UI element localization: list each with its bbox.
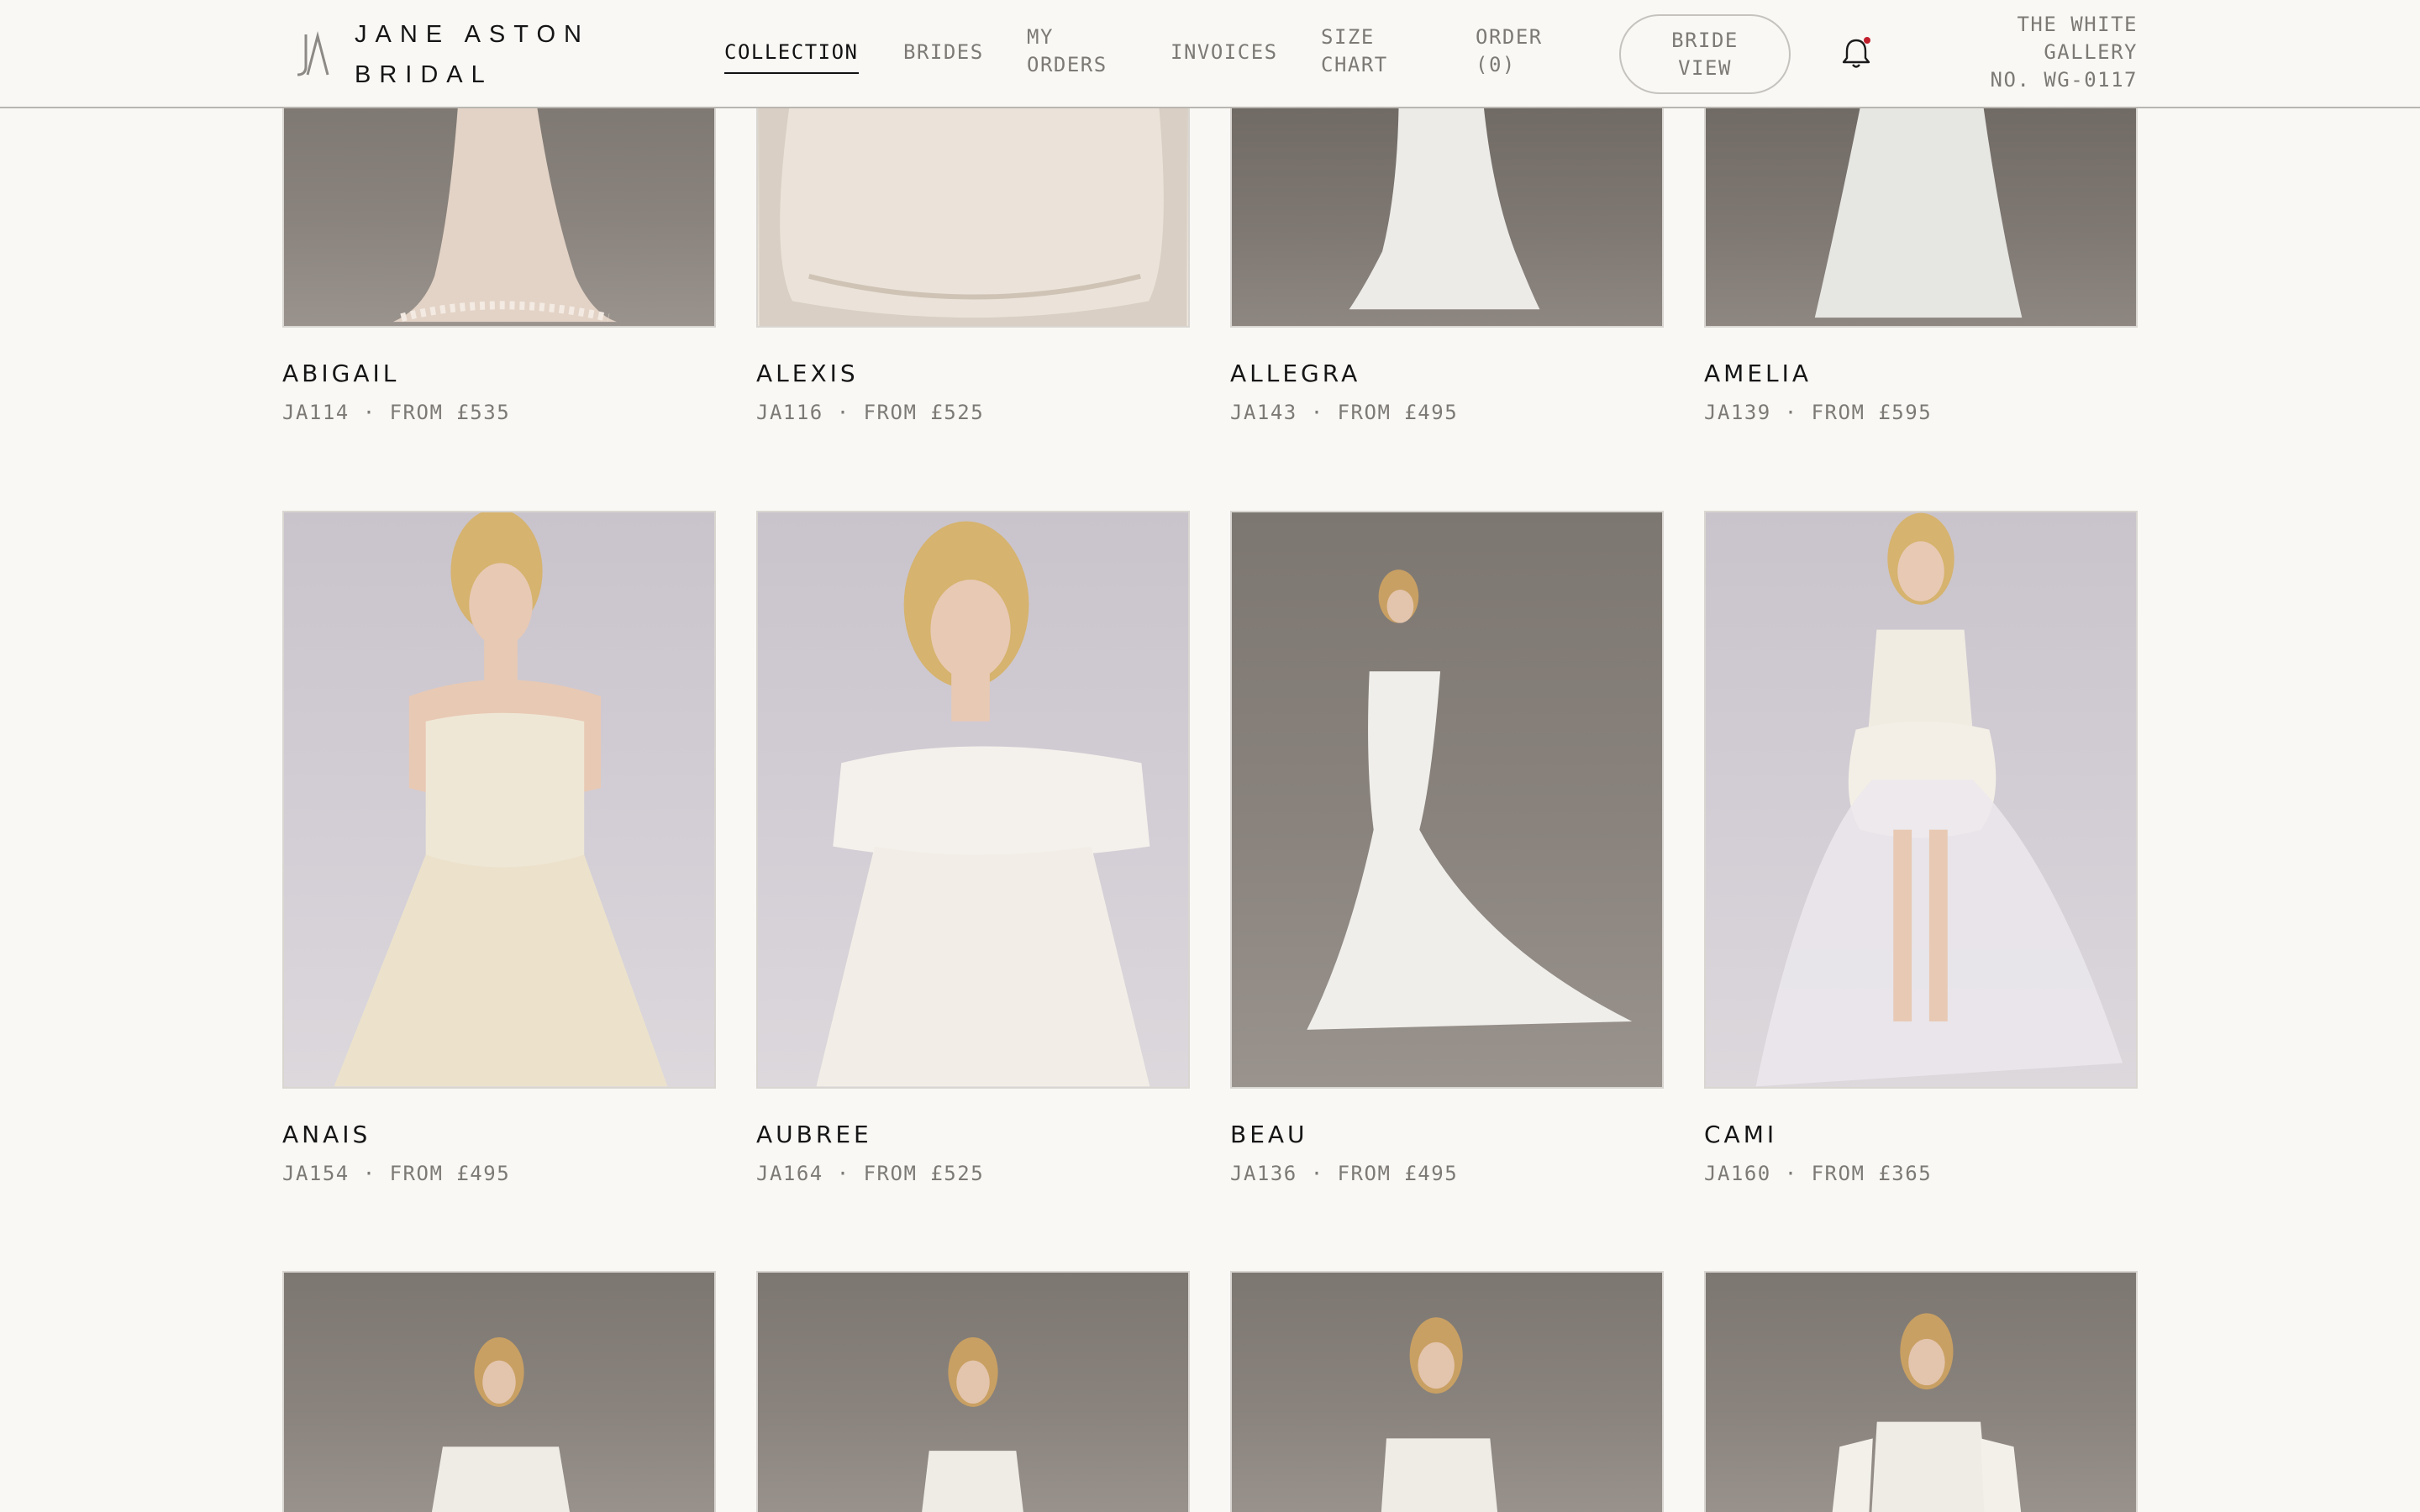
product-name[interactable]: ANAIS (282, 1121, 371, 1148)
top-navigation-bar: JANE ASTON BRIDAL COLLECTION BRIDES MY O… (0, 0, 2420, 108)
nav-invoices-label: INVOICES (1171, 40, 1278, 64)
product-code-price: JA164 · FROM £525 (756, 1162, 985, 1185)
product-photo[interactable] (1230, 84, 1664, 328)
product-name[interactable]: ALEXIS (756, 360, 859, 387)
dress-photo-illustration (1381, 1317, 1498, 1512)
dress-photo-illustration (1307, 570, 1633, 1030)
product-name[interactable]: AUBREE (756, 1121, 872, 1148)
product-card[interactable]: CAMI JA160 · FROM £365 (1704, 511, 2138, 1200)
product-photo[interactable] (282, 84, 716, 328)
product-card[interactable] (756, 1271, 1190, 1512)
dress-photo-illustration (759, 86, 1187, 326)
nav-order-label: ORDER (1476, 25, 1543, 49)
brand-wordmark: JANE ASTON BRIDAL (355, 14, 590, 95)
dress-photo-illustration (1814, 86, 2023, 318)
product-photo[interactable] (756, 1271, 1190, 1512)
nav-order-count-value: (0) (1476, 53, 1516, 76)
dress-photo-illustration (816, 521, 1150, 1087)
nav-size-chart-label-1: SIZE (1321, 25, 1375, 49)
dress-photo-illustration (392, 86, 618, 323)
dress-photo-illustration (431, 1336, 571, 1512)
ja-monogram-icon (297, 31, 329, 76)
product-card[interactable]: AUBREE JA164 · FROM £525 (756, 511, 1190, 1200)
gallery-line-2: GALLERY (2044, 40, 2138, 64)
nav-collection-label: COLLECTION (724, 40, 859, 64)
brand-logo[interactable]: JANE ASTON BRIDAL (289, 18, 590, 91)
dress-photo-illustration (1349, 86, 1540, 310)
nav-my-orders[interactable]: MY ORDERS (1027, 24, 1107, 79)
nav-invoices[interactable]: INVOICES (1171, 39, 1278, 66)
gallery-line-1: THE WHITE (2017, 13, 2138, 36)
brand-line-2: BRIDAL (355, 61, 493, 88)
bride-view-label-2: VIEW (1678, 55, 1732, 80)
nav-my-orders-label-1: MY (1027, 25, 1054, 49)
dress-photo-illustration (334, 512, 668, 1087)
product-code-price: JA139 · FROM £595 (1704, 401, 1933, 424)
product-card[interactable] (1704, 1271, 2138, 1512)
product-photo[interactable] (756, 84, 1190, 328)
product-name[interactable]: BEAU (1230, 1121, 1308, 1148)
nav-brides[interactable]: BRIDES (903, 39, 984, 66)
product-code-price: JA160 · FROM £365 (1704, 1162, 1933, 1185)
product-photo[interactable] (1704, 84, 2138, 328)
product-photo[interactable] (282, 1271, 716, 1512)
product-name[interactable]: ABIGAIL (282, 360, 399, 387)
product-card[interactable]: BEAU JA136 · FROM £495 (1230, 511, 1664, 1200)
active-tab-underline (724, 72, 859, 74)
notification-badge-dot (1864, 37, 1870, 44)
product-code-price: JA114 · FROM £535 (282, 401, 511, 424)
nav-brides-label: BRIDES (903, 40, 984, 64)
product-photo[interactable] (282, 511, 716, 1089)
bride-view-button[interactable]: BRIDE VIEW (1619, 14, 1791, 94)
nav-size-chart-label-2: CHART (1321, 53, 1388, 76)
nav-size-chart[interactable]: SIZE CHART (1321, 24, 1388, 79)
product-code-price: JA143 · FROM £495 (1230, 401, 1459, 424)
nav-my-orders-label-2: ORDERS (1027, 53, 1107, 76)
dress-photo-illustration (922, 1336, 1023, 1512)
product-card[interactable] (1230, 1271, 1664, 1512)
product-name[interactable]: CAMI (1704, 1121, 1777, 1148)
nav-order-count[interactable]: ORDER (0) (1476, 24, 1543, 79)
product-photo[interactable] (1704, 1271, 2138, 1512)
product-photo[interactable] (1230, 1271, 1664, 1512)
dress-photo-illustration (1832, 1313, 2022, 1512)
bride-view-label-1: BRIDE (1671, 28, 1739, 52)
product-name[interactable]: AMELIA (1704, 360, 1812, 387)
dress-photo-illustration (1755, 512, 2123, 1087)
gallery-account-label: THE WHITE GALLERY NO. WG-0117 (1991, 11, 2138, 94)
product-code-price: JA154 · FROM £495 (282, 1162, 511, 1185)
product-photo[interactable] (1704, 511, 2138, 1089)
product-code-price: JA116 · FROM £525 (756, 401, 985, 424)
notifications-button[interactable] (1840, 35, 1872, 71)
product-name[interactable]: ALLEGRA (1230, 360, 1360, 387)
product-card[interactable]: ANAIS JA154 · FROM £495 (282, 511, 716, 1200)
product-card[interactable] (282, 1271, 716, 1512)
nav-collection[interactable]: COLLECTION (724, 39, 859, 74)
product-photo[interactable] (1230, 511, 1664, 1089)
brand-line-1: JANE ASTON (355, 21, 590, 48)
product-code-price: JA136 · FROM £495 (1230, 1162, 1459, 1185)
product-photo[interactable] (756, 511, 1190, 1089)
gallery-number: NO. WG-0117 (1990, 68, 2138, 92)
